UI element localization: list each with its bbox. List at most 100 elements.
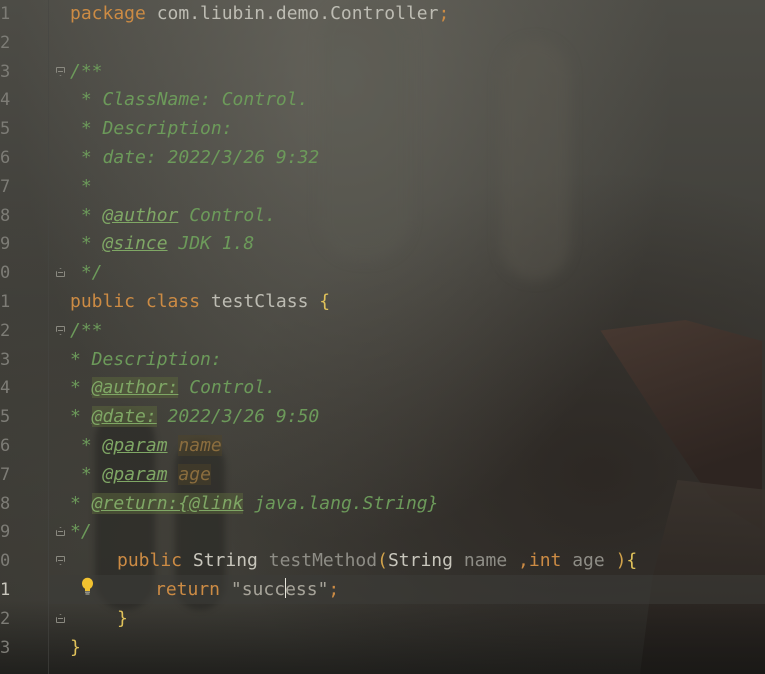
comment: * date: 2022/3/26 9:32 — [70, 147, 320, 168]
comment: * — [70, 204, 103, 226]
semicolon: ; — [328, 579, 340, 600]
keyword: package — [70, 3, 146, 24]
lightbulb-icon[interactable] — [81, 577, 94, 595]
comment: * Description: — [70, 348, 222, 370]
line-number[interactable]: 1 — [0, 576, 22, 605]
class-name: testClass — [200, 291, 320, 312]
code-editor[interactable]: 12345678901234567890123 package com.liub… — [0, 0, 765, 674]
code-line: * — [70, 173, 92, 202]
comment: * — [70, 233, 103, 255]
comment: * ClassName: Control. — [70, 89, 309, 111]
keyword: return — [155, 579, 221, 600]
fold-marker-icon[interactable] — [56, 527, 65, 536]
code-line: /** — [70, 317, 103, 346]
comment: Control. — [178, 377, 276, 399]
package-name: com.liubin.demo.Controller — [145, 3, 439, 24]
line-number[interactable]: 4 — [0, 86, 22, 115]
comment: /** — [70, 60, 103, 82]
line-number[interactable]: 1 — [0, 0, 22, 29]
method-name: testMethod — [257, 550, 378, 572]
line-number[interactable]: 2 — [0, 29, 22, 58]
line-number[interactable]: 5 — [0, 115, 22, 144]
comment: /** — [70, 319, 103, 341]
comment: Control. — [178, 204, 276, 226]
line-number[interactable]: 7 — [0, 173, 22, 202]
string-literal: ess" — [285, 579, 329, 600]
line-number[interactable]: 7 — [0, 461, 22, 490]
code-line: * Description: — [70, 346, 222, 375]
line-number-gutter[interactable]: 12345678901234567890123 — [0, 0, 49, 674]
code-line: * date: 2022/3/26 9:32 — [70, 144, 319, 173]
comment: 2022/3/26 9:50 — [156, 406, 320, 428]
javadoc-tag: @author: — [91, 377, 179, 399]
line-number[interactable]: 8 — [0, 202, 22, 231]
comment: */ — [70, 521, 92, 543]
code-line: * @author Control. — [70, 202, 276, 231]
code-line: * @param age — [70, 461, 211, 490]
comment: * Description: — [70, 118, 233, 140]
code-line: return "success"; — [155, 576, 339, 605]
type-name: String — [182, 550, 258, 572]
line-number[interactable]: 2 — [0, 605, 22, 634]
comment: * — [70, 463, 103, 485]
line-number[interactable]: 6 — [0, 144, 22, 173]
param-name: name — [178, 435, 222, 456]
code-line: public class testClass { — [70, 288, 330, 317]
paren: ) — [615, 550, 627, 572]
line-number[interactable]: 9 — [0, 230, 22, 259]
line-number[interactable]: 0 — [0, 259, 22, 288]
code-line: */ — [70, 259, 103, 288]
brace: } — [70, 636, 81, 658]
background-art — [320, 0, 410, 260]
line-number[interactable]: 0 — [0, 547, 22, 576]
code-line: } — [70, 634, 81, 663]
code-line: } — [117, 605, 128, 634]
comma: , — [518, 550, 529, 572]
code-line: * @since JDK 1.8 — [70, 230, 254, 259]
fold-marker-icon[interactable] — [56, 556, 65, 565]
comment: * — [70, 492, 92, 514]
line-number[interactable]: 9 — [0, 518, 22, 547]
comment: java.lang.String} — [243, 492, 439, 514]
javadoc-tag: @param — [102, 463, 168, 485]
fold-marker-icon[interactable] — [56, 326, 65, 335]
background-art — [600, 320, 762, 530]
brace: { — [319, 291, 331, 312]
javadoc-tag: @param — [102, 435, 168, 456]
comment: JDK 1.8 — [167, 233, 255, 255]
code-line: public String testMethod(String name ,in… — [117, 547, 637, 576]
fold-marker-icon[interactable] — [56, 67, 65, 76]
line-number[interactable]: 1 — [0, 288, 22, 317]
comment: * — [70, 175, 92, 197]
line-number[interactable]: 5 — [0, 403, 22, 432]
string-literal: "succ — [220, 579, 286, 600]
background-art — [0, 600, 765, 674]
fold-marker-icon[interactable] — [56, 268, 65, 277]
line-number[interactable]: 3 — [0, 634, 22, 663]
line-number[interactable]: 6 — [0, 432, 22, 461]
line-number[interactable]: 3 — [0, 58, 22, 87]
keyword: public — [70, 291, 136, 312]
comment: * — [70, 406, 92, 428]
javadoc-tag: @author — [102, 204, 179, 226]
code-line: /** — [70, 58, 103, 87]
javadoc-tag: @date: — [91, 406, 157, 428]
code-line: */ — [70, 518, 92, 547]
type-name: String — [387, 550, 453, 572]
fold-marker-icon[interactable] — [56, 614, 65, 623]
javadoc-tag: @since — [102, 233, 168, 255]
line-number[interactable]: 3 — [0, 346, 22, 375]
line-number[interactable]: 8 — [0, 490, 22, 519]
comment: * — [70, 377, 92, 399]
line-number[interactable]: 4 — [0, 374, 22, 403]
semicolon: ; — [438, 3, 450, 24]
brace: { — [626, 550, 638, 572]
code-line: * @author: Control. — [70, 374, 276, 403]
param-name: age — [178, 463, 211, 485]
comment: * — [70, 435, 103, 456]
paren: ( — [377, 550, 388, 572]
keyword: public — [117, 550, 183, 572]
line-number[interactable]: 2 — [0, 317, 22, 346]
comment — [168, 464, 179, 485]
code-line: package com.liubin.demo.Controller; — [70, 0, 449, 29]
